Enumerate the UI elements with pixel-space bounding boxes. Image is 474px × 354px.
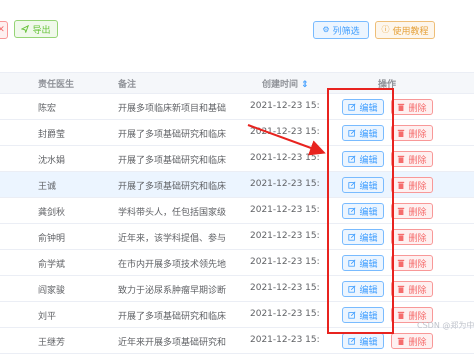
trash-icon xyxy=(398,259,405,267)
delete-button[interactable]: 删除 xyxy=(391,203,433,219)
doctor-cell: 阎家骏 xyxy=(38,286,66,296)
created-cell: 2021-12-23 15:2 xyxy=(250,153,320,163)
header-created-label: 创建时间 xyxy=(262,80,299,90)
delete-button[interactable]: 删除 xyxy=(391,255,433,271)
trash-icon xyxy=(398,337,405,345)
delete-label: 删除 xyxy=(408,233,427,244)
doctor-cell: 刘平 xyxy=(38,312,57,322)
delete-label: 删除 xyxy=(408,259,427,270)
export-button[interactable]: 导出 xyxy=(14,20,58,38)
table-row[interactable]: 沈水娟 开展了多项基础研究和临床... 2021-12-23 15:2 编辑 删除 xyxy=(0,146,474,172)
table-row[interactable]: 刘平 开展了多项基础研究和临床... 2021-12-23 15:2 编辑 删除 xyxy=(0,302,474,328)
annotation-highlight-box xyxy=(327,88,394,334)
doctor-cell: 沈水娟 xyxy=(38,156,66,166)
trash-icon xyxy=(398,103,405,111)
table-row[interactable]: 封爵莹 开展了多项基础研究和临床... 2021-12-23 15:2 编辑 删除 xyxy=(0,120,474,146)
table-row[interactable]: 陈宏 开展多项临床新项目和基础... 2021-12-23 15:2 编辑 删除 xyxy=(0,94,474,120)
created-cell: 2021-12-23 15:2 xyxy=(250,283,320,293)
header-note: 备注 xyxy=(118,80,137,90)
doctor-cell: 龚剑秋 xyxy=(38,208,66,218)
tutorial-button[interactable]: ⓘ 使用教程 xyxy=(375,21,435,39)
trash-icon xyxy=(398,181,405,189)
created-cell: 2021-12-23 15:2 xyxy=(250,231,320,241)
column-filter-label: 列筛选 xyxy=(332,26,360,37)
trash-icon xyxy=(398,233,405,241)
delete-button[interactable]: 删除 xyxy=(391,281,433,297)
trash-icon xyxy=(398,311,405,319)
delete-label: 删除 xyxy=(408,337,427,348)
doctor-cell: 俞学斌 xyxy=(38,260,66,270)
delete-button[interactable]: 删除 xyxy=(391,99,433,115)
delete-label: 删除 xyxy=(408,285,427,296)
doctor-cell: 王诚 xyxy=(38,182,57,192)
table-row[interactable]: 俞学斌 在市内开展多项技术领先地... 2021-12-23 15:2 编辑 删除 xyxy=(0,250,474,276)
note-cell: 开展多项临床新项目和基础... xyxy=(118,104,226,114)
table-row[interactable]: 王继芳 近年来开展多项基础研究和... 2021-12-23 15:2 编辑 删除 xyxy=(0,328,474,354)
delete-button[interactable]: 删除 xyxy=(391,177,433,193)
trash-icon xyxy=(398,129,405,137)
doctor-cell: 王继芳 xyxy=(38,338,66,348)
delete-button[interactable]: 删除 xyxy=(391,151,433,167)
table-row[interactable]: 俞钟明 近年来，该学科提倡、参与... 2021-12-23 15:2 编辑 删除 xyxy=(0,224,474,250)
gear-icon: ⚙ xyxy=(322,25,330,34)
created-cell: 2021-12-23 15:2 xyxy=(250,179,320,189)
tutorial-label: 使用教程 xyxy=(392,26,429,37)
delete-label: 删除 xyxy=(408,103,427,114)
doctor-cell: 俞钟明 xyxy=(38,234,66,244)
note-cell: 在市内开展多项技术领先地... xyxy=(118,260,226,270)
delete-button[interactable]: 删除 xyxy=(391,125,433,141)
created-cell: 2021-12-23 15:2 xyxy=(250,127,320,137)
trash-icon xyxy=(398,285,405,293)
note-cell: 学科带头人，任包括国家级委... xyxy=(118,208,226,218)
note-cell: 近年来，该学科提倡、参与... xyxy=(118,234,226,244)
table-row[interactable]: 龚剑秋学科带头人，任包括国家级委...2021-12-23 15:2编辑删除 xyxy=(0,198,474,224)
note-cell: 近年来开展多项基础研究和... xyxy=(118,338,226,348)
edit-button[interactable]: 编辑 xyxy=(342,333,384,349)
created-cell: 2021-12-23 15:2 xyxy=(250,309,320,319)
export-label: 导出 xyxy=(32,25,51,36)
doctor-cell: 封爵莹 xyxy=(38,130,66,140)
note-cell: 开展了多项基础研究和临床... xyxy=(118,182,226,192)
note-cell: 开展了多项基础研究和临床... xyxy=(118,156,226,166)
header-created[interactable]: 创建时间 ⇕ xyxy=(262,77,309,90)
table-body: 陈宏 开展多项临床新项目和基础... 2021-12-23 15:2 编辑 删除 封爵莹开… xyxy=(0,94,474,354)
table-row[interactable]: 阎家骏 致力于泌尿系肿瘤早期诊断... 2021-12-23 15:2 编辑 删除 xyxy=(0,276,474,302)
delete-label: 删除 xyxy=(408,155,427,166)
column-filter-button[interactable]: ⚙ 列筛选 xyxy=(313,21,369,39)
delete-button[interactable]: 删除 xyxy=(391,333,433,349)
partial-danger-button[interactable]: ✕ xyxy=(0,21,8,39)
data-table: 责任医生 备注 创建时间 ⇕ 操作 陈宏 开展多项临床新项目和基础... 2021-… xyxy=(0,72,474,354)
trash-icon xyxy=(398,155,405,163)
toolbar: ✕ 导出 ⚙ 列筛选 ⓘ 使用教程 xyxy=(0,0,474,62)
delete-label: 删除 xyxy=(408,181,427,192)
edit-icon xyxy=(348,337,356,345)
table-row[interactable]: 王诚 开展了多项基础研究和临床... 2021-12-23 15:2 编辑 删除 xyxy=(0,172,474,198)
delete-label: 删除 xyxy=(408,129,427,140)
info-circle-icon: ⓘ xyxy=(381,25,390,34)
created-cell: 2021-12-23 15:2 xyxy=(250,205,320,215)
send-icon xyxy=(21,25,30,33)
delete-button[interactable]: 删除 xyxy=(391,229,433,245)
note-cell: 开展了多项基础研究和临床... xyxy=(118,130,226,140)
edit-label: 编辑 xyxy=(359,337,378,348)
trash-icon xyxy=(398,207,405,215)
note-cell: 开展了多项基础研究和临床... xyxy=(118,312,226,322)
close-icon: ✕ xyxy=(0,25,5,35)
created-cell: 2021-12-23 15:2 xyxy=(250,257,320,267)
table-header: 责任医生 备注 创建时间 ⇕ 操作 xyxy=(0,72,474,94)
created-cell: 2021-12-23 15:2 xyxy=(250,101,320,111)
watermark: CSDN @郑为中 xyxy=(417,321,474,330)
note-cell: 致力于泌尿系肿瘤早期诊断... xyxy=(118,286,226,296)
header-doctor: 责任医生 xyxy=(38,80,75,90)
doctor-cell: 陈宏 xyxy=(38,104,57,114)
sort-icon[interactable]: ⇕ xyxy=(301,80,309,90)
delete-label: 删除 xyxy=(408,207,427,218)
created-cell: 2021-12-23 15:2 xyxy=(250,335,320,345)
